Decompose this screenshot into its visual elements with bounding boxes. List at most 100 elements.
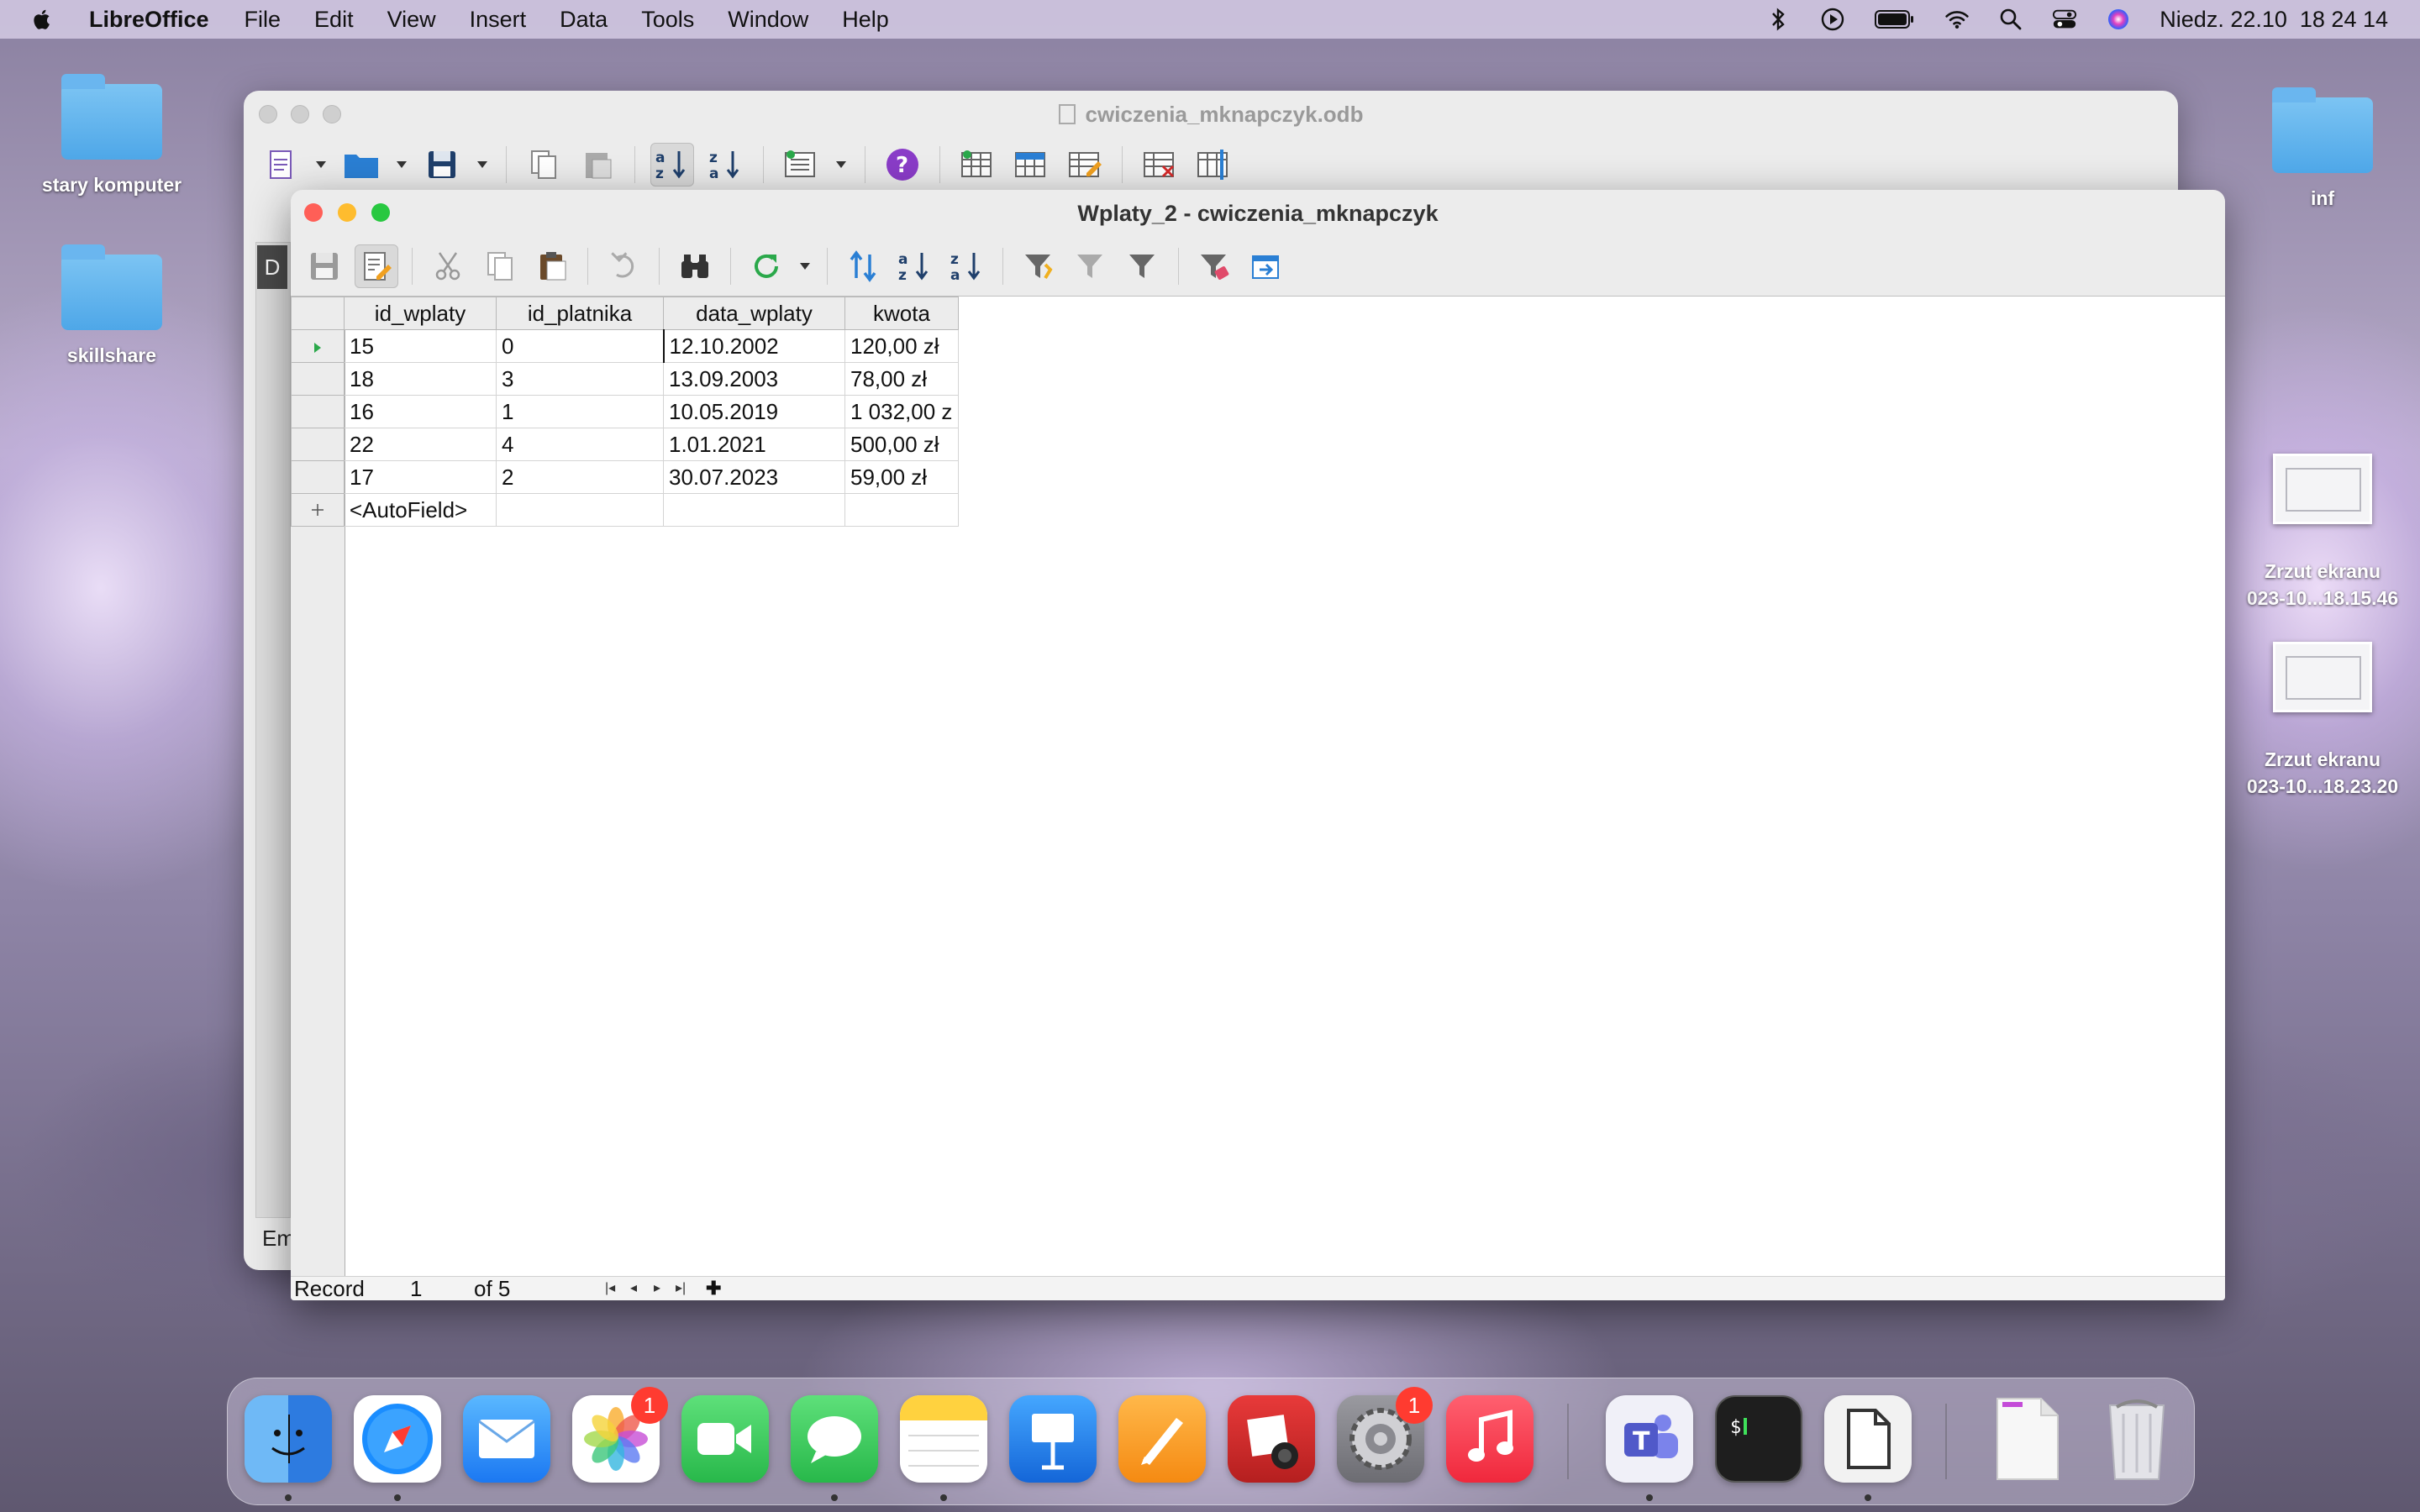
dock-safari-icon[interactable] (354, 1395, 441, 1483)
dock-document-icon[interactable] (1984, 1395, 2071, 1483)
sort-descending-button[interactable]: za (704, 143, 748, 186)
dock-trash-icon[interactable] (2093, 1395, 2181, 1483)
undo-icon[interactable] (602, 244, 645, 288)
cell-empty[interactable] (663, 493, 845, 527)
menu-file[interactable]: File (245, 7, 281, 33)
cell-data-wplaty[interactable]: 1.01.2021 (663, 428, 845, 461)
dock-photos-icon[interactable]: 1 (572, 1387, 668, 1483)
dock-terminal-icon[interactable]: $ (1715, 1395, 1802, 1483)
apple-menu-icon[interactable] (30, 7, 55, 32)
zoom-button[interactable] (323, 105, 341, 123)
sort-ascending-button[interactable]: az (893, 244, 937, 288)
help-icon[interactable]: ? (881, 143, 924, 186)
table-row[interactable]: 15 0 12.10.2002 120,00 zł (291, 329, 959, 363)
app-name-menu[interactable]: LibreOffice (89, 7, 209, 33)
row-header[interactable] (291, 428, 345, 461)
dock-mail-icon[interactable] (463, 1395, 550, 1483)
cell-kwota[interactable]: 59,00 zł (844, 460, 959, 494)
table-row[interactable]: 17 2 30.07.2023 59,00 zł (291, 460, 959, 494)
back-window-titlebar[interactable]: cwiczenia_mknapczyk.odb (244, 91, 2178, 138)
sort-ascending-button[interactable]: az (650, 143, 694, 186)
cell-kwota[interactable]: 120,00 zł (844, 329, 959, 363)
dock-teams-icon[interactable]: T (1606, 1395, 1693, 1483)
row-header[interactable] (291, 460, 345, 494)
previous-record-icon[interactable]: ◂ (630, 1277, 637, 1300)
cell-id-platnika[interactable]: 3 (496, 362, 664, 396)
delete-table-icon[interactable] (1138, 143, 1181, 186)
column-header-kwota[interactable]: kwota (844, 297, 959, 330)
current-row-indicator-icon[interactable] (291, 329, 345, 363)
edit-data-button[interactable] (355, 244, 398, 288)
siri-icon[interactable] (2106, 7, 2131, 32)
table-row[interactable]: 22 4 1.01.2021 500,00 zł (291, 428, 959, 461)
row-header[interactable] (291, 362, 345, 396)
new-record-icon[interactable]: ✚ (706, 1277, 721, 1300)
corner-header[interactable] (291, 297, 345, 330)
table-grid[interactable]: id_wplaty id_platnika data_wplaty kwota … (291, 296, 2225, 1279)
cell-id-platnika[interactable]: 1 (496, 395, 664, 428)
minimize-button[interactable] (338, 203, 356, 222)
cut-icon[interactable] (426, 244, 470, 288)
table-row[interactable]: 18 3 13.09.2003 78,00 zł (291, 362, 959, 396)
data-to-text-icon[interactable] (1244, 244, 1288, 288)
table-view-icon[interactable] (1009, 143, 1053, 186)
column-header-data-wplaty[interactable]: data_wplaty (663, 297, 845, 330)
control-center-icon[interactable] (2052, 7, 2077, 32)
dock-finder-icon[interactable] (245, 1395, 332, 1483)
sort-descending-button[interactable]: za (945, 244, 989, 288)
new-record-row[interactable]: <AutoField> (291, 493, 959, 527)
table-row[interactable]: 16 1 10.05.2019 1 032,00 z (291, 395, 959, 428)
desktop-item-skillshare[interactable]: skillshare (28, 244, 196, 369)
create-table-icon[interactable] (955, 143, 999, 186)
cell-kwota[interactable]: 78,00 zł (844, 362, 959, 396)
save-record-button[interactable] (302, 244, 346, 288)
new-record-plus-icon[interactable] (291, 493, 345, 527)
first-record-icon[interactable]: |◂ (605, 1277, 615, 1300)
table-data-window[interactable]: Wplaty_2 - cwiczenia_mknapczyk a z z a i… (291, 190, 2225, 1300)
record-number-field[interactable]: 1 (410, 1277, 422, 1300)
reset-filter-icon[interactable] (1192, 244, 1236, 288)
sort-icon[interactable] (841, 244, 885, 288)
cell-id-platnika[interactable]: 2 (496, 460, 664, 494)
chevron-down-icon[interactable] (833, 143, 850, 186)
desktop-item-stary-komputer[interactable]: stary komputer (28, 74, 196, 198)
cell-empty[interactable] (496, 493, 664, 527)
now-playing-icon[interactable] (1820, 7, 1845, 32)
menu-data[interactable]: Data (560, 7, 608, 33)
chevron-down-icon[interactable] (474, 143, 491, 186)
cell-kwota[interactable]: 500,00 zł (844, 428, 959, 461)
edit-table-icon[interactable] (1063, 143, 1107, 186)
cell-data-wplaty[interactable]: 12.10.2002 (662, 329, 845, 363)
spotlight-search-icon[interactable] (1998, 7, 2023, 32)
dock-music-icon[interactable] (1446, 1395, 1534, 1483)
new-document-button[interactable] (259, 143, 302, 186)
row-header[interactable] (291, 395, 345, 428)
copy-icon[interactable] (478, 244, 522, 288)
cell-id-platnika[interactable]: 0 (496, 329, 664, 363)
copy-icon[interactable] (522, 143, 566, 186)
dock-system-settings-icon[interactable]: 1 (1337, 1387, 1433, 1483)
menu-edit[interactable]: Edit (314, 7, 354, 33)
next-record-icon[interactable]: ▸ (654, 1277, 660, 1300)
cell-id-wplaty[interactable]: 18 (344, 362, 497, 396)
menu-insert[interactable]: Insert (470, 7, 527, 33)
open-folder-button[interactable] (339, 143, 383, 186)
find-record-icon[interactable] (673, 244, 717, 288)
autofilter-icon[interactable] (1017, 244, 1060, 288)
paste-icon[interactable] (576, 143, 619, 186)
cell-autofield[interactable]: <AutoField> (344, 493, 497, 527)
desktop-item-screenshot-2[interactable]: Zrzut ekranu 023-10...18.23.20 (2227, 642, 2418, 800)
dock-messages-icon[interactable] (791, 1395, 878, 1483)
standard-filter-icon[interactable] (1121, 244, 1165, 288)
cell-id-wplaty[interactable]: 17 (344, 460, 497, 494)
close-button[interactable] (259, 105, 277, 123)
chevron-down-icon[interactable] (797, 244, 813, 288)
cell-id-wplaty[interactable]: 22 (344, 428, 497, 461)
menubar-clock[interactable]: Niedz. 22.10 18 24 14 (2160, 7, 2388, 33)
cell-kwota[interactable]: 1 032,00 z (844, 395, 959, 428)
dock-libreoffice-icon[interactable] (1824, 1395, 1912, 1483)
front-window-titlebar[interactable]: Wplaty_2 - cwiczenia_mknapczyk (291, 190, 2225, 237)
menu-help[interactable]: Help (842, 7, 889, 33)
dock-notes-icon[interactable] (900, 1395, 987, 1483)
wifi-icon[interactable] (1944, 7, 1970, 32)
